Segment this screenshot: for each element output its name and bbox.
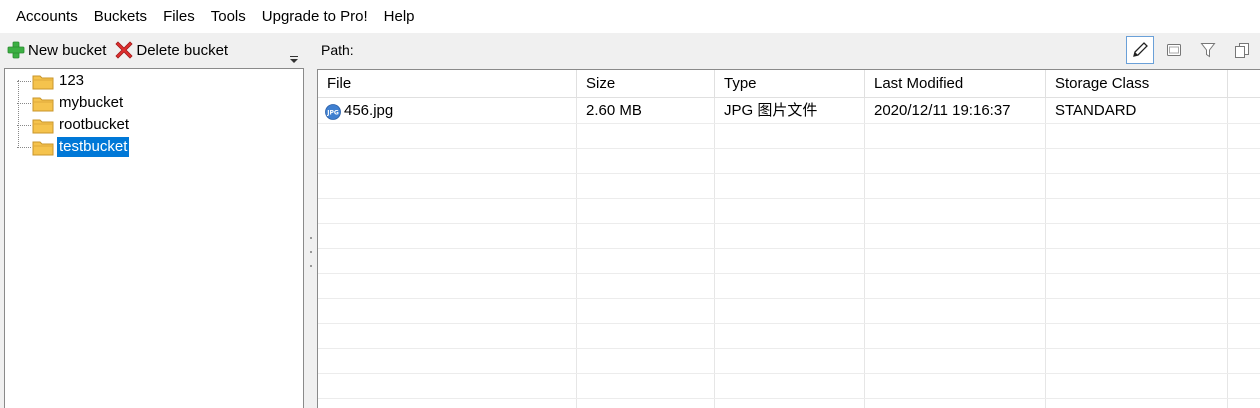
file-name-cell[interactable]: JPG 456.jpg bbox=[318, 99, 577, 123]
filter-icon bbox=[1200, 43, 1216, 58]
file-name: 456.jpg bbox=[344, 102, 394, 119]
copy-icon bbox=[1235, 43, 1249, 58]
path-bar: Path: bbox=[316, 33, 1260, 67]
file-list-header: File Size Type Last Modified Storage Cla… bbox=[318, 70, 1260, 98]
bucket-label: rootbucket bbox=[59, 116, 130, 133]
column-divider bbox=[1227, 70, 1228, 408]
tree-item-testbucket[interactable]: testbucket bbox=[17, 136, 130, 158]
menu-upgrade[interactable]: Upgrade to Pro! bbox=[254, 0, 376, 33]
tree-item-rootbucket[interactable]: rootbucket bbox=[17, 114, 131, 136]
new-bucket-button[interactable]: New bucket bbox=[6, 40, 106, 60]
bucket-label: mybucket bbox=[59, 94, 124, 111]
menu-bar: Accounts Buckets Files Tools Upgrade to … bbox=[0, 0, 1260, 33]
file-modified-cell: 2020/12/11 19:16:37 bbox=[874, 102, 1011, 119]
menu-help[interactable]: Help bbox=[376, 0, 423, 33]
copy-button[interactable] bbox=[1228, 36, 1256, 64]
bucket-toolbar: New bucket Delete bucket bbox=[0, 33, 306, 67]
panel-splitter[interactable] bbox=[306, 33, 316, 408]
preview-button[interactable] bbox=[1160, 36, 1188, 64]
view-toolbar bbox=[1120, 36, 1256, 64]
column-header-type[interactable]: Type bbox=[715, 70, 865, 98]
folder-icon bbox=[32, 75, 54, 89]
filter-button[interactable] bbox=[1194, 36, 1222, 64]
column-header-file[interactable]: File bbox=[318, 70, 577, 98]
column-header-size[interactable]: Size bbox=[577, 70, 715, 98]
tree-item-123[interactable]: 123 bbox=[17, 70, 86, 92]
folder-icon bbox=[32, 119, 54, 133]
bucket-label-selected: testbucket bbox=[57, 137, 130, 157]
menu-tools[interactable]: Tools bbox=[203, 0, 254, 33]
file-type-cell: JPG 图片文件 bbox=[724, 102, 818, 119]
menu-files[interactable]: Files bbox=[155, 0, 203, 33]
folder-icon bbox=[32, 141, 54, 155]
toolbar-overflow-icon[interactable] bbox=[289, 53, 299, 65]
bucket-tree[interactable]: 123 mybucket rootbucket testbucket bbox=[4, 68, 304, 408]
file-list[interactable]: File Size Type Last Modified Storage Cla… bbox=[317, 69, 1260, 408]
delete-bucket-button[interactable]: Delete bucket bbox=[114, 40, 228, 60]
pencil-icon bbox=[1133, 42, 1148, 57]
edit-path-button[interactable] bbox=[1126, 36, 1154, 64]
delete-icon bbox=[115, 41, 133, 59]
column-header-storage-class[interactable]: Storage Class bbox=[1046, 70, 1228, 98]
jpg-file-icon: JPG bbox=[325, 104, 341, 120]
column-header-last-modified[interactable]: Last Modified bbox=[865, 70, 1046, 98]
window-icon bbox=[1167, 44, 1181, 56]
bucket-label: 123 bbox=[59, 72, 85, 89]
add-icon bbox=[7, 41, 25, 59]
path-label: Path: bbox=[321, 42, 354, 58]
folder-icon bbox=[32, 97, 54, 111]
new-bucket-label: New bucket bbox=[28, 41, 107, 59]
menu-accounts[interactable]: Accounts bbox=[8, 0, 86, 33]
bucket-panel: New bucket Delete bucket 123 mybucket ro… bbox=[0, 33, 306, 408]
file-panel: Path: File Size Type Last Modified Stora… bbox=[316, 33, 1260, 408]
tree-item-mybucket[interactable]: mybucket bbox=[17, 92, 125, 114]
splitter-grip bbox=[310, 237, 312, 267]
delete-bucket-label: Delete bucket bbox=[136, 41, 229, 59]
file-size-cell: 2.60 MB bbox=[586, 102, 642, 119]
menu-buckets[interactable]: Buckets bbox=[86, 0, 155, 33]
svg-text:JPG: JPG bbox=[326, 110, 339, 117]
file-storage-class-cell: STANDARD bbox=[1055, 102, 1137, 119]
